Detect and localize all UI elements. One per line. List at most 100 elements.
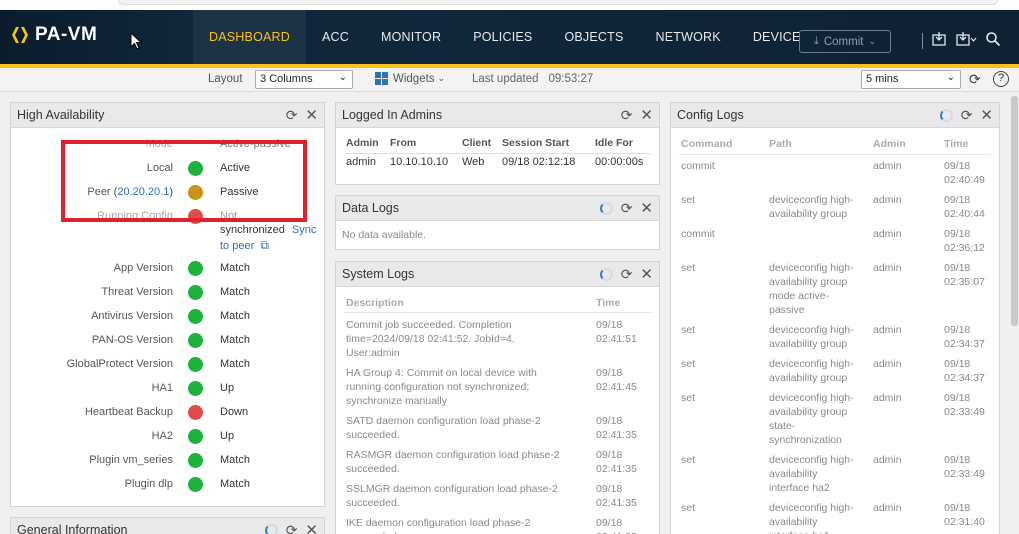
close-icon[interactable]: ✕ bbox=[640, 201, 653, 216]
tab-dashboard[interactable]: DASHBOARD bbox=[193, 10, 306, 64]
status-green-icon bbox=[188, 429, 203, 444]
refresh-icon[interactable]: ⟳ bbox=[621, 200, 633, 217]
log-time-line: 09/18 bbox=[596, 483, 623, 495]
widgets-menu[interactable]: Widgets ⌄ bbox=[375, 72, 445, 85]
config-logs-title: Config Logs bbox=[677, 108, 744, 122]
log-time-line: 02:41:51 bbox=[596, 333, 637, 345]
close-icon[interactable]: ✕ bbox=[980, 108, 993, 123]
log-path-line: interface ha2 bbox=[769, 482, 830, 494]
sync-icon[interactable]: ⧉ bbox=[260, 238, 269, 252]
data-logs-title: Data Logs bbox=[342, 201, 399, 215]
ha-row: Plugin dlp Match bbox=[11, 475, 323, 495]
log-admin: admin bbox=[873, 358, 902, 370]
log-path-line: deviceconfig high- bbox=[769, 392, 854, 404]
top-header: PA-VM DASHBOARD ACC MONITOR POLICIES OBJ… bbox=[0, 10, 1019, 64]
ha-row: App Version Match bbox=[11, 259, 323, 279]
close-icon[interactable]: ✕ bbox=[305, 523, 318, 534]
sync-link[interactable]: Sync bbox=[292, 224, 316, 236]
commit-button[interactable]: ⤓ Commit ⌄ bbox=[799, 30, 891, 53]
help-icon[interactable]: ? bbox=[993, 71, 1009, 87]
refresh-icon[interactable]: ⟳ bbox=[961, 107, 973, 124]
log-time: 09/18 02:35:07 bbox=[944, 261, 994, 289]
log-time-line: 02:33:49 bbox=[944, 406, 985, 418]
log-description-line: succeeded. bbox=[346, 497, 400, 509]
tab-objects[interactable]: OBJECTS bbox=[548, 10, 639, 64]
log-path-line: availability bbox=[769, 516, 818, 528]
refresh-interval-select[interactable]: 5 mins ⌄ bbox=[861, 70, 961, 89]
sync-to-peer-line: to peer ⧉ bbox=[220, 238, 269, 253]
ha-label: HA2 bbox=[151, 430, 173, 442]
col-header: Description bbox=[346, 297, 404, 309]
log-time-line: 09/18 bbox=[596, 319, 623, 331]
log-command: set bbox=[681, 324, 696, 336]
mouse-cursor-icon bbox=[130, 31, 143, 53]
ha-value: Match bbox=[220, 310, 250, 322]
log-path: deviceconfig high-availability group bbox=[769, 357, 869, 385]
log-time-line: 09/18 bbox=[944, 160, 971, 172]
ha-value: Match bbox=[220, 358, 250, 370]
log-description-line: time=2024/09/18 02:41:52. JobId=4. bbox=[346, 333, 515, 345]
refresh-icon[interactable]: ⟳ bbox=[969, 71, 981, 88]
tab-acc[interactable]: ACC bbox=[306, 10, 365, 64]
ha-row: HA1 Up bbox=[11, 379, 323, 399]
log-admin: admin bbox=[873, 228, 902, 240]
log-description-line: RASMGR daemon configuration load phase-2 bbox=[346, 449, 560, 461]
log-path-line: deviceconfig high- bbox=[769, 262, 854, 274]
log-time-line: 09/18 bbox=[944, 358, 971, 370]
refresh-icon[interactable]: ⟳ bbox=[286, 522, 298, 534]
log-path: deviceconfig high-availabilityinterface … bbox=[769, 501, 869, 534]
log-time-line: 09/18 bbox=[944, 194, 971, 206]
empty-state-text: No data available. bbox=[342, 229, 427, 241]
close-icon[interactable]: ✕ bbox=[305, 108, 318, 123]
refresh-icon[interactable]: ⟳ bbox=[286, 107, 298, 124]
log-time-line: 02:41:45 bbox=[596, 381, 637, 393]
table-row[interactable]: admin 10.10.10.10 Web 09/18 02:12:18 00:… bbox=[346, 153, 655, 171]
config-lock-icon[interactable] bbox=[931, 31, 947, 50]
log-description-line: running configuration not synchronized; bbox=[346, 381, 530, 393]
last-updated-label: Last updated bbox=[472, 73, 539, 85]
log-time-line: 02:41:35 bbox=[596, 530, 637, 534]
log-time-line: 09/18 bbox=[944, 502, 971, 514]
tab-monitor[interactable]: MONITOR bbox=[365, 10, 457, 64]
log-time-line: 02:41:35 bbox=[596, 497, 637, 509]
close-icon[interactable]: ✕ bbox=[640, 267, 653, 282]
ha-label: Plugin dlp bbox=[124, 478, 173, 490]
log-path: deviceconfig high-availability group bbox=[769, 193, 869, 221]
log-path-line: state- bbox=[769, 420, 796, 432]
close-icon[interactable]: ✕ bbox=[640, 108, 653, 123]
log-description: RASMGR daemon configuration load phase-2… bbox=[346, 448, 586, 476]
log-path-line: availability group bbox=[769, 276, 848, 288]
log-path-line: deviceconfig high- bbox=[769, 324, 854, 336]
log-admin: admin bbox=[873, 262, 902, 274]
last-updated: Last updated 09:53:27 bbox=[472, 73, 593, 85]
log-path-line: deviceconfig high- bbox=[769, 358, 854, 370]
log-time: 09/18 02:40:49 bbox=[944, 159, 994, 187]
layout-select[interactable]: 3 Columns ⌄ bbox=[255, 70, 353, 89]
search-icon[interactable] bbox=[985, 31, 1001, 50]
status-green-icon bbox=[188, 309, 203, 324]
log-path-line: mode active- bbox=[769, 290, 830, 302]
tab-network[interactable]: NETWORK bbox=[640, 10, 737, 64]
ha-row: Heartbeat Backup Down bbox=[11, 403, 323, 423]
tab-policies[interactable]: POLICIES bbox=[457, 10, 548, 64]
log-description: SATD daemon configuration load phase-2 su… bbox=[346, 414, 586, 442]
refresh-icon[interactable]: ⟳ bbox=[621, 107, 633, 124]
log-path: deviceconfig high-availability group mode… bbox=[769, 261, 869, 317]
commit-label: Commit bbox=[823, 35, 864, 48]
log-time: 09/18 02:34:37 bbox=[944, 323, 994, 351]
refresh-icon[interactable]: ⟳ bbox=[621, 266, 633, 283]
sync-to-peer-link[interactable]: to peer bbox=[220, 240, 254, 252]
app-logo[interactable]: PA-VM bbox=[10, 24, 97, 46]
tasks-icon[interactable] bbox=[955, 31, 977, 50]
loading-spinner-icon bbox=[939, 109, 953, 122]
status-green-icon bbox=[188, 285, 203, 300]
log-time-line: 09/18 bbox=[596, 415, 623, 427]
page-scrollbar[interactable] bbox=[1011, 96, 1018, 326]
log-admin: admin bbox=[873, 502, 902, 514]
log-description-line: SATD daemon configuration load phase-2 bbox=[346, 415, 541, 427]
ha-value: Match bbox=[220, 478, 250, 490]
log-description-line: User:admin bbox=[346, 347, 400, 359]
log-time: 09/18 02:41:35 bbox=[596, 482, 637, 510]
admins-table: Admin From Client Session Start Idle For… bbox=[346, 133, 655, 171]
log-time: 09/18 02:40:44 bbox=[944, 193, 994, 221]
